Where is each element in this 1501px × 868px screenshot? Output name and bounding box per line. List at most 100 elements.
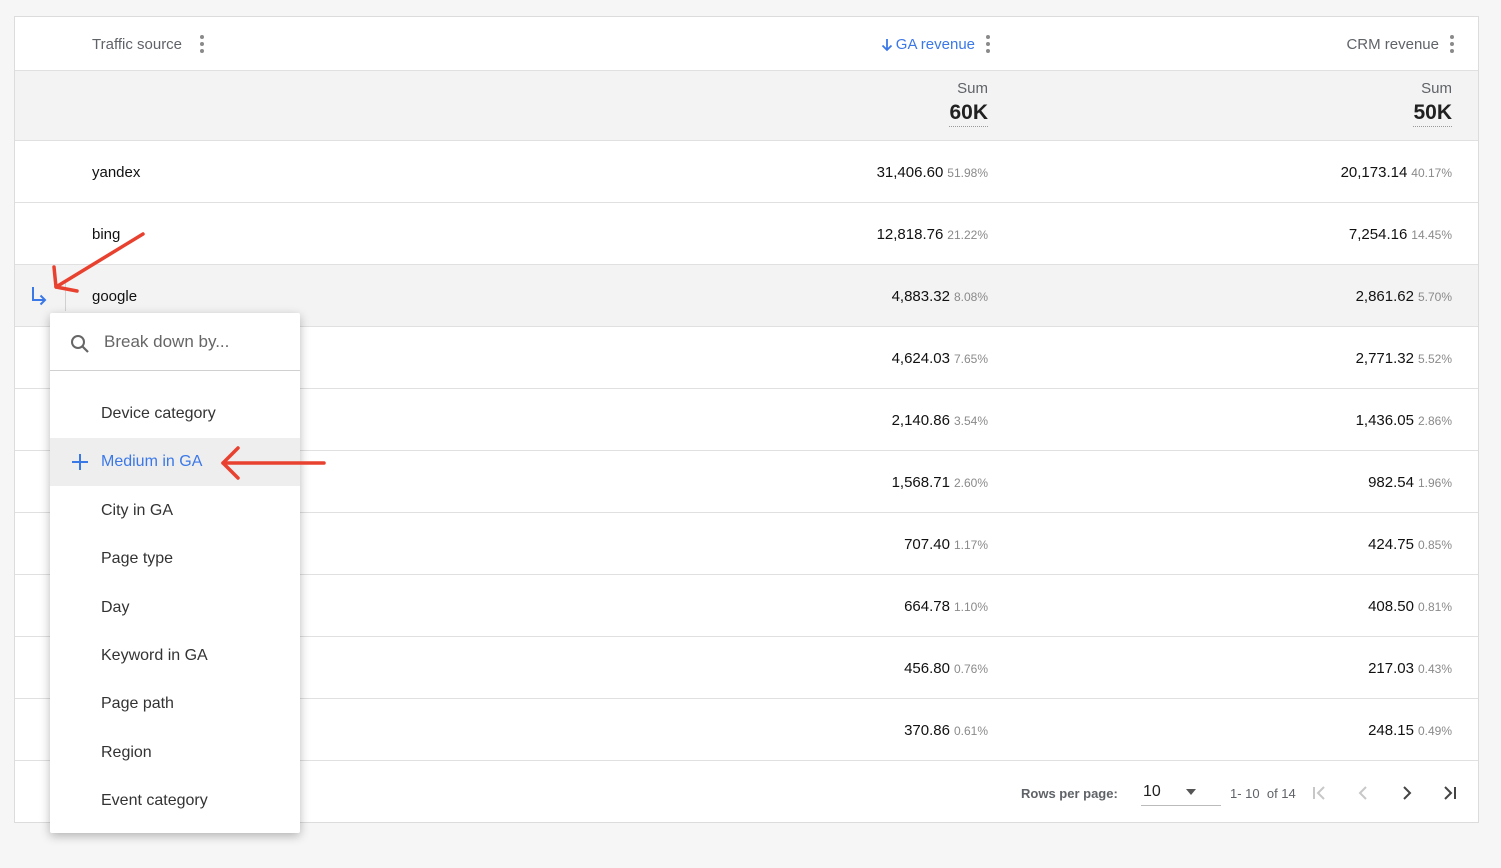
next-page-icon[interactable] <box>1395 781 1419 805</box>
option-label: City in GA <box>101 502 174 519</box>
crm-sum-value[interactable]: 50K <box>1413 101 1452 127</box>
traffic-source-cell: bing <box>92 226 121 243</box>
search-icon <box>71 335 89 353</box>
option-label: Keyword in GA <box>101 647 208 664</box>
ga-value: 707.40 <box>904 536 950 553</box>
ga-revenue-cell: 2,140.86 3.54% <box>892 412 988 429</box>
breakdown-arrow-icon[interactable] <box>29 285 49 307</box>
kebab-menu-icon[interactable] <box>1450 35 1454 53</box>
crm-revenue-cell: 7,254.16 14.45% <box>1349 226 1452 243</box>
ga-revenue-cell: 1,568.71 2.60% <box>892 474 988 491</box>
breakdown-option-device-category[interactable]: Device category <box>50 390 300 438</box>
ga-percent: 3.54% <box>953 414 988 428</box>
page-range: 1- 10 of 14 <box>1230 786 1296 801</box>
ga-percent: 1.17% <box>953 538 988 552</box>
breakdown-option-city-in-ga[interactable]: City in GA <box>50 487 300 535</box>
ga-revenue-cell: 456.80 0.76% <box>904 660 988 677</box>
ga-percent: 51.98% <box>947 166 988 180</box>
ga-revenue-cell: 12,818.76 21.22% <box>877 226 988 243</box>
crm-value: 408.50 <box>1368 598 1414 615</box>
plus-icon <box>72 454 88 470</box>
ga-percent: 2.60% <box>953 476 988 490</box>
ga-revenue-cell: 4,624.03 7.65% <box>892 350 988 367</box>
crm-value: 217.03 <box>1368 660 1414 677</box>
option-label: Event category <box>101 792 208 809</box>
option-label: Medium in GA <box>101 453 203 470</box>
ga-value: 31,406.60 <box>876 164 944 181</box>
ga-value: 370.86 <box>904 722 950 739</box>
breakdown-search <box>50 313 300 371</box>
crm-percent: 14.45% <box>1411 228 1452 242</box>
crm-revenue-cell: 424.75 0.85% <box>1368 536 1452 553</box>
dropdown-caret-icon <box>1186 789 1196 795</box>
table-row[interactable]: bing 12,818.76 21.22% 7,254.16 14.45% <box>15 203 1478 265</box>
crm-value: 248.15 <box>1368 722 1414 739</box>
previous-page-icon[interactable] <box>1351 781 1375 805</box>
rows-per-page-select[interactable]: 10 <box>1141 777 1221 806</box>
breakdown-option-medium-in-ga[interactable]: Medium in GA <box>50 438 300 486</box>
crm-percent: 5.70% <box>1417 290 1452 304</box>
breakdown-option-page-type[interactable]: Page type <box>50 535 300 583</box>
crm-revenue-cell: 1,436.05 2.86% <box>1356 412 1452 429</box>
ga-percent: 0.61% <box>953 724 988 738</box>
crm-value: 1,436.05 <box>1355 412 1414 429</box>
rows-per-page-value: 10 <box>1143 783 1161 800</box>
crm-revenue-cell: 2,771.32 5.52% <box>1356 350 1452 367</box>
breakdown-option-keyword-in-ga[interactable]: Keyword in GA <box>50 632 300 680</box>
crm-value: 2,861.62 <box>1355 288 1414 305</box>
option-label: Page path <box>101 695 174 712</box>
crm-percent: 40.17% <box>1411 166 1452 180</box>
crm-percent: 0.43% <box>1417 662 1452 676</box>
ga-value: 4,624.03 <box>891 350 950 367</box>
crm-value: 2,771.32 <box>1355 350 1414 367</box>
ga-revenue-cell: 664.78 1.10% <box>904 598 988 615</box>
traffic-source-cell: google <box>92 288 138 305</box>
crm-value: 982.54 <box>1368 474 1414 491</box>
kebab-menu-icon[interactable] <box>200 35 204 53</box>
crm-revenue-cell: 982.54 1.96% <box>1368 474 1452 491</box>
breakdown-option-day[interactable]: Day <box>50 584 300 632</box>
ga-revenue-label: GA revenue <box>895 36 975 53</box>
breakdown-option-event-category[interactable]: Event category <box>50 777 300 825</box>
column-header-traffic-source[interactable]: Traffic source <box>92 36 182 53</box>
column-header-crm-revenue[interactable]: CRM revenue <box>1346 36 1439 53</box>
ga-revenue-cell: 4,883.32 8.08% <box>892 288 988 305</box>
crm-sum-caption: Sum <box>1421 80 1452 97</box>
option-label: Region <box>101 744 152 761</box>
rows-per-page-label: Rows per page: <box>1021 786 1118 801</box>
breakdown-search-input[interactable] <box>104 331 284 353</box>
ga-sum-caption: Sum <box>957 80 988 97</box>
crm-percent: 0.49% <box>1417 724 1452 738</box>
crm-revenue-cell: 20,173.14 40.17% <box>1341 164 1452 181</box>
ga-percent: 21.22% <box>947 228 988 242</box>
traffic-source-cell: yandex <box>92 164 141 181</box>
kebab-menu-icon[interactable] <box>986 35 990 53</box>
column-header-ga-revenue[interactable]: GA revenue <box>881 36 975 53</box>
table-header: Traffic source GA revenue CRM revenue <box>15 17 1478 71</box>
crm-revenue-cell: 217.03 0.43% <box>1368 660 1452 677</box>
first-page-icon[interactable] <box>1307 781 1331 805</box>
crm-percent: 1.96% <box>1417 476 1452 490</box>
breakdown-option-region[interactable]: Region <box>50 729 300 777</box>
breakdown-option-page-path[interactable]: Page path <box>50 680 300 728</box>
ga-value: 664.78 <box>904 598 950 615</box>
summary-row: Sum 60K Sum 50K <box>15 71 1478 141</box>
option-label: Page type <box>101 550 174 567</box>
crm-value: 7,254.16 <box>1348 226 1408 243</box>
row-divider <box>65 281 66 311</box>
table-row[interactable]: yandex 31,406.60 51.98% 20,173.14 40.17% <box>15 141 1478 203</box>
ga-percent: 1.10% <box>953 600 988 614</box>
crm-value: 20,173.14 <box>1340 164 1408 181</box>
sort-down-arrow-icon <box>881 38 892 51</box>
option-label: Device category <box>101 405 216 422</box>
crm-value: 424.75 <box>1368 536 1414 553</box>
ga-revenue-cell: 31,406.60 51.98% <box>877 164 988 181</box>
last-page-icon[interactable] <box>1438 781 1462 805</box>
crm-revenue-cell: 408.50 0.81% <box>1368 598 1452 615</box>
ga-value: 12,818.76 <box>876 226 944 243</box>
breakdown-menu: Device category Medium in GA City in GA … <box>50 313 300 833</box>
ga-percent: 0.76% <box>953 662 988 676</box>
ga-sum-value[interactable]: 60K <box>949 101 988 127</box>
ga-value: 2,140.86 <box>891 412 950 429</box>
ga-value: 456.80 <box>904 660 950 677</box>
